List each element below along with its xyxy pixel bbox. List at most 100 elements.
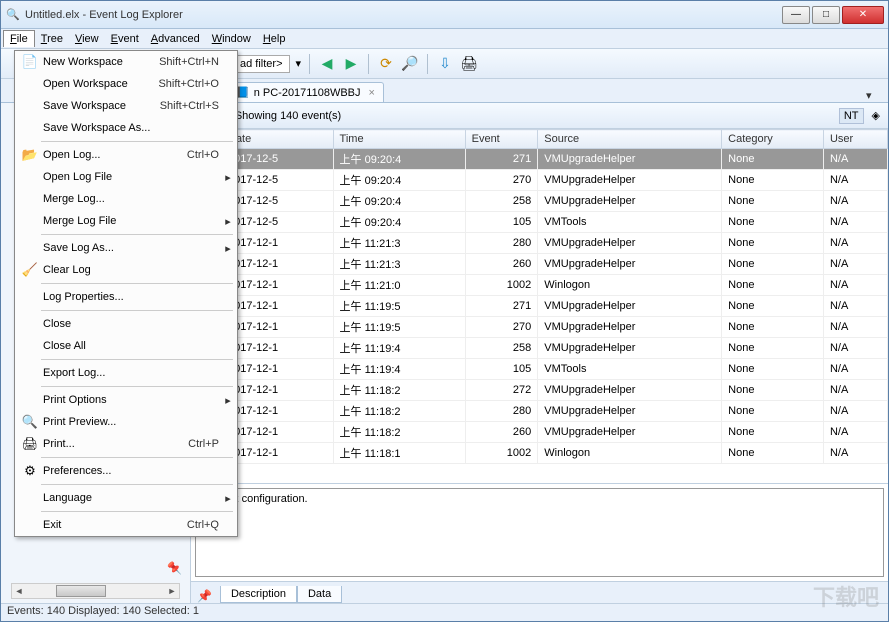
tab-label: n PC-20171108WBBJ bbox=[254, 87, 361, 99]
menu-item-merge-log-file[interactable]: Merge Log File▸ bbox=[15, 210, 237, 232]
print-icon[interactable]: 🖨 bbox=[460, 55, 478, 73]
sidebar-scrollbar[interactable]: ◄ ► bbox=[11, 583, 180, 599]
tab-description[interactable]: Description bbox=[220, 586, 297, 603]
submenu-arrow-icon: ▸ bbox=[223, 492, 233, 505]
api-badge: NT bbox=[839, 108, 864, 124]
menu-item-open-workspace[interactable]: Open WorkspaceShift+Ctrl+O bbox=[15, 73, 237, 95]
close-button[interactable]: ✕ bbox=[842, 6, 884, 24]
table-row[interactable]: n2017-12-1上午 11:18:2272VMUpgradeHelperNo… bbox=[192, 380, 888, 401]
maximize-button[interactable]: □ bbox=[812, 6, 840, 24]
table-row[interactable]: n2017-12-1上午 11:21:3260VMUpgradeHelperNo… bbox=[192, 254, 888, 275]
col-header-date[interactable]: Date bbox=[222, 130, 334, 149]
cell-date: 2017-12-1 bbox=[222, 233, 334, 254]
menu-item-label: Open Log File bbox=[41, 171, 219, 183]
menu-event[interactable]: Event bbox=[105, 31, 145, 47]
table-row[interactable]: n2017-12-1上午 11:18:11002WinlogonNoneN/A bbox=[192, 443, 888, 464]
cell-category: None bbox=[722, 212, 824, 233]
menu-item-print-preview[interactable]: 🔍Print Preview... bbox=[15, 411, 237, 433]
col-header-user[interactable]: User bbox=[823, 130, 887, 149]
table-row[interactable]: n2017-12-1上午 11:21:3280VMUpgradeHelperNo… bbox=[192, 233, 888, 254]
cell-event: 270 bbox=[465, 317, 538, 338]
col-header-category[interactable]: Category bbox=[722, 130, 824, 149]
cell-user: N/A bbox=[823, 380, 887, 401]
menu-item-exit[interactable]: ExitCtrl+Q bbox=[15, 514, 237, 536]
menu-item-export-log[interactable]: Export Log... bbox=[15, 362, 237, 384]
cell-date: 2017-12-1 bbox=[222, 296, 334, 317]
table-row[interactable]: n2017-12-5上午 09:20:4270VMUpgradeHelperNo… bbox=[192, 170, 888, 191]
table-row[interactable]: n2017-12-1上午 11:21:01002WinlogonNoneN/A bbox=[192, 275, 888, 296]
table-row[interactable]: n2017-12-1上午 11:19:5270VMUpgradeHelperNo… bbox=[192, 317, 888, 338]
menu-item-log-properties[interactable]: Log Properties... bbox=[15, 286, 237, 308]
cell-category: None bbox=[722, 191, 824, 212]
menu-item-save-log-as[interactable]: Save Log As...▸ bbox=[15, 237, 237, 259]
cell-date: 2017-12-1 bbox=[222, 254, 334, 275]
menu-item-icon: 📄 bbox=[19, 54, 41, 70]
menu-item-label: Close All bbox=[41, 340, 219, 352]
menu-item-merge-log[interactable]: Merge Log... bbox=[15, 188, 237, 210]
minimize-button[interactable]: — bbox=[782, 6, 810, 24]
col-header-source[interactable]: Source bbox=[538, 130, 722, 149]
tab-close-icon[interactable]: × bbox=[369, 87, 375, 99]
menu-item-label: Log Properties... bbox=[41, 291, 219, 303]
menu-item-new-workspace[interactable]: 📄New WorkspaceShift+Ctrl+N bbox=[15, 51, 237, 73]
table-row[interactable]: n2017-12-1上午 11:19:5271VMUpgradeHelperNo… bbox=[192, 296, 888, 317]
table-row[interactable]: n2017-12-5上午 09:20:4271VMUpgradeHelperNo… bbox=[192, 149, 888, 170]
find-icon[interactable]: 🔎 bbox=[401, 55, 419, 73]
cell-event: 258 bbox=[465, 191, 538, 212]
scroll-right-icon[interactable]: ► bbox=[165, 586, 179, 596]
menu-advanced[interactable]: Advanced bbox=[145, 31, 206, 47]
nav-back-icon[interactable]: ◀ bbox=[318, 55, 336, 73]
cell-category: None bbox=[722, 233, 824, 254]
menu-separator bbox=[41, 359, 233, 360]
menu-item-language[interactable]: Language▸ bbox=[15, 487, 237, 509]
menu-item-clear-log[interactable]: 🧹Clear Log bbox=[15, 259, 237, 281]
filter-dropdown[interactable]: ad filter> bbox=[233, 55, 290, 73]
menu-item-close[interactable]: Close bbox=[15, 313, 237, 335]
menu-item-preferences[interactable]: ⚙Preferences... bbox=[15, 460, 237, 482]
dropdown-icon[interactable]: ▾ bbox=[296, 57, 302, 70]
refresh-icon[interactable]: ⟳ bbox=[377, 55, 395, 73]
submenu-arrow-icon: ▸ bbox=[223, 394, 233, 407]
menu-item-label: Merge Log... bbox=[41, 193, 219, 205]
cell-source: VMUpgradeHelper bbox=[538, 317, 722, 338]
table-row[interactable]: n2017-12-1上午 11:18:2260VMUpgradeHelperNo… bbox=[192, 422, 888, 443]
cell-user: N/A bbox=[823, 254, 887, 275]
pin-icon[interactable]: 📌 bbox=[197, 589, 212, 603]
scroll-thumb[interactable] bbox=[56, 585, 106, 597]
table-row[interactable]: n2017-12-5上午 09:20:4105VMToolsNoneN/A bbox=[192, 212, 888, 233]
event-grid[interactable]: DateTimeEventSourceCategoryUser n2017-12… bbox=[191, 129, 888, 483]
col-header-time[interactable]: Time bbox=[333, 130, 465, 149]
menu-item-save-workspace[interactable]: Save WorkspaceShift+Ctrl+S bbox=[15, 95, 237, 117]
table-row[interactable]: n2017-12-5上午 09:20:4258VMUpgradeHelperNo… bbox=[192, 191, 888, 212]
menu-window[interactable]: Window bbox=[206, 31, 257, 47]
menu-help[interactable]: Help bbox=[257, 31, 292, 47]
nav-fwd-icon[interactable]: ▶ bbox=[342, 55, 360, 73]
table-row[interactable]: n2017-12-1上午 11:19:4105VMToolsNoneN/A bbox=[192, 359, 888, 380]
table-row[interactable]: n2017-12-1上午 11:19:4258VMUpgradeHelperNo… bbox=[192, 338, 888, 359]
export-icon[interactable]: ⇩ bbox=[436, 55, 454, 73]
menu-item-save-workspace-as[interactable]: Save Workspace As... bbox=[15, 117, 237, 139]
menu-item-open-log-file[interactable]: Open Log File▸ bbox=[15, 166, 237, 188]
cell-time: 上午 11:19:5 bbox=[333, 296, 465, 317]
menu-item-open-log[interactable]: 📂Open Log...Ctrl+O bbox=[15, 144, 237, 166]
separator bbox=[309, 54, 310, 74]
cell-user: N/A bbox=[823, 317, 887, 338]
scroll-left-icon[interactable]: ◄ bbox=[12, 586, 26, 596]
tab-data[interactable]: Data bbox=[297, 586, 342, 603]
menu-file[interactable]: File bbox=[3, 30, 35, 47]
cell-date: 2017-12-5 bbox=[222, 212, 334, 233]
cell-time: 上午 09:20:4 bbox=[333, 170, 465, 191]
col-header-event[interactable]: Event bbox=[465, 130, 538, 149]
menu-tree[interactable]: Tree bbox=[35, 31, 69, 47]
tab-icon: 📘 bbox=[236, 86, 250, 99]
menu-item-shortcut: Shift+Ctrl+N bbox=[159, 56, 223, 68]
tab-eventlog[interactable]: 📘 n PC-20171108WBBJ × bbox=[227, 82, 384, 102]
pin-icon[interactable]: 📌 bbox=[168, 561, 182, 576]
menu-view[interactable]: View bbox=[69, 31, 105, 47]
menu-item-print-options[interactable]: Print Options▸ bbox=[15, 389, 237, 411]
tab-list-dropdown[interactable]: ▾ bbox=[866, 89, 882, 102]
cell-event: 270 bbox=[465, 170, 538, 191]
table-row[interactable]: n2017-12-1上午 11:18:2280VMUpgradeHelperNo… bbox=[192, 401, 888, 422]
menu-item-close-all[interactable]: Close All bbox=[15, 335, 237, 357]
menu-item-print[interactable]: 🖨Print...Ctrl+P bbox=[15, 433, 237, 455]
